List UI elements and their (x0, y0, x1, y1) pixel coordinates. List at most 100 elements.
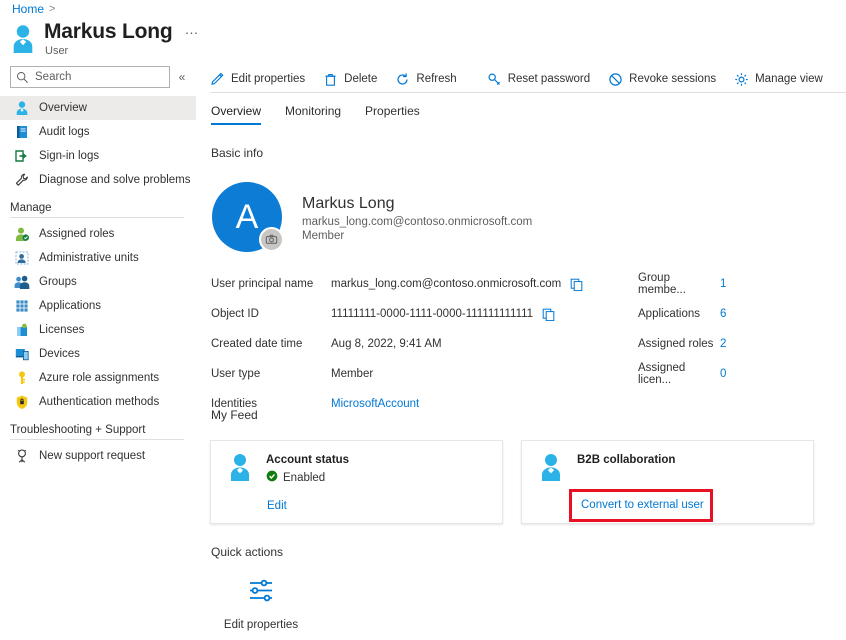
sidebar-item-label: Diagnose and solve problems (39, 174, 191, 186)
stat-row: Applications 6 (638, 302, 726, 326)
status-badge: Enabled (266, 470, 349, 485)
tab-properties[interactable]: Properties (365, 101, 434, 125)
user-overview-icon (14, 100, 30, 116)
breadcrumb: Home > (12, 2, 55, 16)
sidebar-group-title-manage: Manage (0, 192, 196, 217)
refresh-button[interactable]: Refresh (386, 66, 465, 92)
tab-monitoring[interactable]: Monitoring (285, 101, 355, 125)
sidebar-item-groups[interactable]: Groups (0, 270, 196, 294)
sidebar-item-administrative-units[interactable]: Administrative units (0, 246, 196, 270)
stats-list: Group membe... 1 Applications 6 Assigned… (638, 272, 726, 392)
sliders-icon (247, 578, 275, 609)
card-body: B2B collaboration (577, 454, 675, 466)
sidebar-item-azure-role-assignments[interactable]: Azure role assignments (0, 366, 196, 390)
manage-view-button[interactable]: Manage view (725, 66, 832, 92)
header-more-menu-button[interactable]: … (184, 23, 199, 41)
revoke-sessions-button[interactable]: Revoke sessions (599, 66, 725, 92)
copy-icon[interactable] (570, 278, 583, 291)
property-row: Identities MicrosoftAccount (211, 392, 583, 416)
sidebar: « Overview (0, 66, 196, 468)
refresh-icon (395, 72, 410, 87)
sidebar-item-audit-logs[interactable]: Audit logs (0, 120, 196, 144)
card-header: Account status Enabled (227, 454, 486, 485)
sidebar-item-devices[interactable]: Devices (0, 342, 196, 366)
tab-overview[interactable]: Overview (211, 101, 275, 125)
command-label: Manage view (755, 73, 823, 85)
search-input[interactable] (33, 70, 169, 84)
property-label: Created date time (211, 338, 331, 350)
sidebar-item-overview[interactable]: Overview (0, 96, 196, 120)
identity-name: Markus Long (302, 194, 532, 213)
sidebar-item-label: Applications (39, 300, 101, 312)
wrench-icon (14, 172, 30, 188)
edit-link[interactable]: Edit (267, 500, 287, 512)
identity-block: A Markus Long markus_long.com@contoso.on… (212, 182, 532, 252)
sidebar-item-label: Overview (39, 102, 87, 114)
revoke-circle-slash-icon (608, 72, 623, 87)
stat-label: Assigned licen... (638, 362, 720, 386)
card-title: B2B collaboration (577, 454, 675, 466)
stat-value[interactable]: 0 (720, 368, 726, 380)
stat-value[interactable]: 2 (720, 338, 726, 350)
stat-value[interactable]: 1 (720, 278, 726, 290)
reset-password-button[interactable]: Reset password (478, 66, 599, 92)
sidebar-item-label: Audit logs (39, 126, 90, 138)
sidebar-item-licenses[interactable]: Licenses (0, 318, 196, 342)
gear-icon (734, 72, 749, 87)
breadcrumb-home-link[interactable]: Home (12, 2, 44, 16)
sidebar-item-assigned-roles[interactable]: Assigned roles (0, 222, 196, 246)
quick-action-edit-properties[interactable]: Edit properties (218, 578, 304, 631)
collapse-sidebar-button[interactable]: « (174, 70, 190, 84)
sidebar-item-authentication-methods[interactable]: Authentication methods (0, 390, 196, 414)
sidebar-item-label: Groups (39, 276, 77, 288)
sidebar-item-diagnose-and-solve-problems[interactable]: Diagnose and solve problems (0, 168, 196, 192)
properties-list: User principal name markus_long.com@cont… (211, 272, 583, 422)
property-value-text: 11111111-0000-1111-0000-111111111111 (331, 308, 533, 320)
search-icon (16, 71, 29, 84)
command-label: Refresh (416, 73, 456, 85)
sidebar-item-label: Sign-in logs (39, 150, 99, 162)
user-icon (10, 23, 36, 53)
property-value-text: markus_long.com@contoso.onmicrosoft.com (331, 278, 561, 290)
convert-to-external-user-link[interactable]: Convert to external user (581, 499, 704, 511)
edit-properties-button[interactable]: Edit properties (210, 66, 314, 92)
audit-logs-icon (14, 124, 30, 140)
groups-icon (14, 274, 30, 290)
property-label: User type (211, 368, 331, 380)
delete-button[interactable]: Delete (314, 66, 386, 92)
my-feed-heading: My Feed (211, 408, 258, 422)
tab-label: Overview (211, 104, 261, 118)
property-value-link[interactable]: MicrosoftAccount (331, 398, 419, 410)
b2b-collaboration-card: B2B collaboration Convert to external us… (521, 440, 814, 524)
search-box[interactable] (10, 66, 170, 88)
sidebar-item-applications[interactable]: Applications (0, 294, 196, 318)
tab-bar: Overview Monitoring Properties (211, 101, 444, 125)
stat-value[interactable]: 6 (720, 308, 726, 320)
command-bar-divider (210, 92, 846, 93)
card-header: B2B collaboration (538, 454, 797, 482)
page-header-text: Markus Long … User (44, 20, 199, 57)
azure-user-overview-page: Home > Markus Long … User (0, 0, 846, 640)
sidebar-item-new-support-request[interactable]: New support request (0, 444, 196, 468)
command-label: Delete (344, 73, 377, 85)
sidebar-item-sign-in-logs[interactable]: Sign-in logs (0, 144, 196, 168)
camera-icon[interactable] (259, 227, 284, 252)
sidebar-group-divider (10, 217, 184, 218)
quick-action-label: Edit properties (224, 619, 298, 631)
key-icon (14, 370, 30, 386)
sidebar-item-label: Azure role assignments (39, 372, 159, 384)
sidebar-item-label: Administrative units (39, 252, 139, 264)
breadcrumb-separator: > (49, 3, 55, 15)
support-request-icon (14, 448, 30, 464)
stat-label: Group membe... (638, 272, 720, 296)
copy-icon[interactable] (542, 308, 555, 321)
quick-actions-list: Edit properties (218, 578, 304, 631)
sidebar-item-label: Licenses (39, 324, 84, 336)
shield-lock-icon (14, 394, 30, 410)
page-title: Markus Long (44, 20, 172, 44)
identity-text: Markus Long markus_long.com@contoso.onmi… (302, 182, 532, 252)
page-subtitle: User (45, 45, 199, 57)
sidebar-item-label: New support request (39, 450, 145, 462)
administrative-units-icon (14, 250, 30, 266)
avatar: A (212, 182, 282, 252)
